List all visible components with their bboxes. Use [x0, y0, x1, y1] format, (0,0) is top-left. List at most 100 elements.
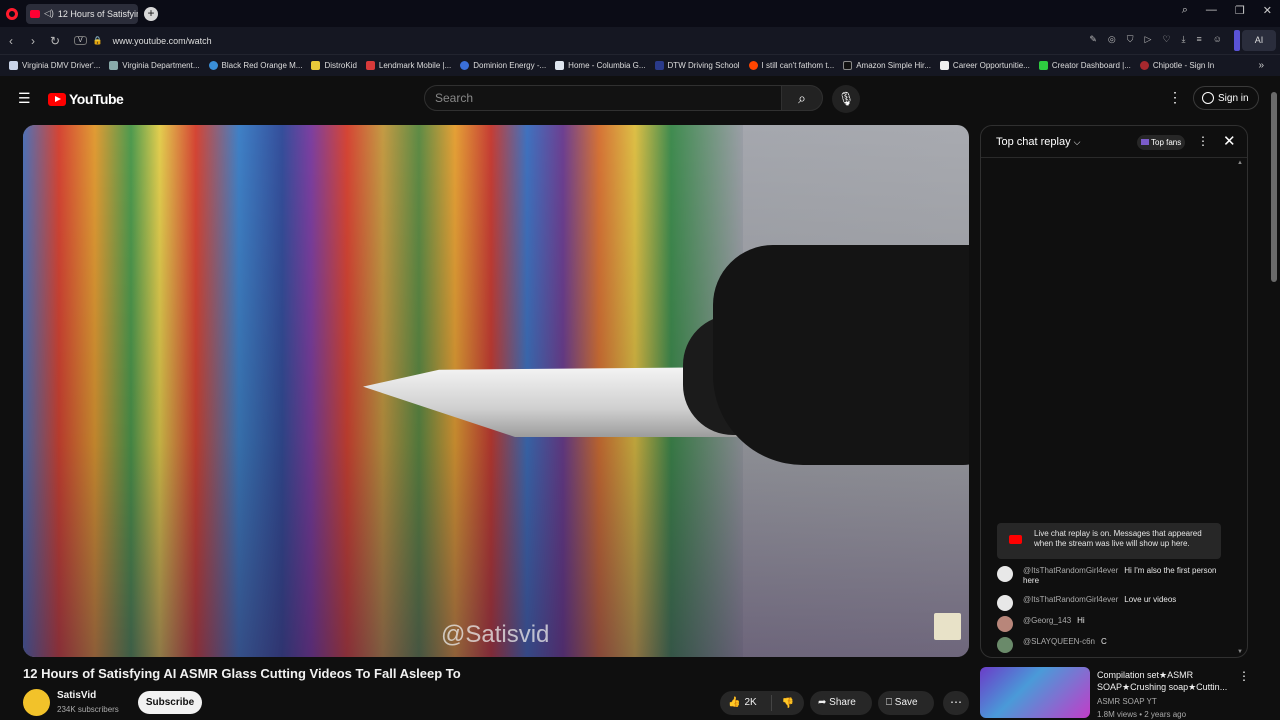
bookmark-item[interactable]: Virginia Department...: [109, 61, 200, 70]
sidebar-strip: [1234, 30, 1240, 51]
bookmarks-overflow-icon[interactable]: »: [1258, 60, 1264, 71]
youtube-icon: [1009, 535, 1022, 544]
edit-icon[interactable]: ✎: [1089, 34, 1097, 45]
live-chat-panel: Top chat replay ⌵ Top fans ⋮ ✕ ▲ ▼ Live c…: [980, 125, 1248, 658]
play-icon[interactable]: ▷: [1145, 34, 1152, 45]
minimize-button[interactable]: —: [1206, 4, 1217, 17]
save-button[interactable]: ⎕ Save: [878, 691, 934, 715]
avatar: [997, 595, 1013, 611]
close-window-button[interactable]: ✕: [1263, 4, 1272, 17]
dislike-button[interactable]: 👎: [772, 698, 804, 709]
chat-message[interactable]: @Georg_143 Hi: [997, 616, 1227, 632]
bookmark-favicon-icon: [460, 61, 470, 70]
voice-search-button[interactable]: 🎙: [832, 85, 860, 113]
heart-icon[interactable]: ♡: [1162, 34, 1170, 45]
ai-label: AI: [1254, 35, 1264, 45]
bookmark-favicon-icon: [9, 61, 18, 70]
recommended-video-channel[interactable]: ASMR SOAP YT: [1097, 697, 1157, 706]
restore-button[interactable]: ❐: [1235, 4, 1245, 17]
chat-scrollbar[interactable]: ▲ ▼: [1237, 160, 1243, 655]
chat-mode-dropdown[interactable]: Top chat replay ⌵: [996, 136, 1080, 148]
search-tabs-icon[interactable]: ⌕: [1182, 4, 1188, 17]
video-watermark: @Satisvid: [441, 621, 550, 648]
bookmark-item[interactable]: Home - Columbia G...: [555, 61, 646, 70]
youtube-favicon-icon: [30, 9, 40, 18]
sign-in-label: Sign in: [1218, 92, 1249, 104]
chat-author: @Georg_143: [1023, 616, 1072, 625]
scroll-up-icon[interactable]: ▲: [1237, 160, 1243, 166]
youtube-play-logo-icon: [48, 92, 66, 106]
bookmark-favicon-icon: [1139, 61, 1149, 70]
video-title: 12 Hours of Satisfying AI ASMR Glass Cut…: [23, 666, 461, 681]
search-input[interactable]: Search: [424, 85, 782, 111]
search-button[interactable]: ⌕: [781, 85, 823, 111]
profile-icon[interactable]: ☺: [1213, 34, 1222, 45]
vpn-badge[interactable]: V: [74, 36, 87, 45]
like-button[interactable]: 👍 2K: [720, 695, 772, 711]
channel-watermark-logo[interactable]: [934, 613, 961, 640]
url-field[interactable]: www.youtube.com/watch: [113, 36, 212, 46]
page-scrollbar[interactable]: [1271, 92, 1277, 282]
chat-message[interactable]: @ItsThatRandomGirl4ever Love ur videos: [997, 595, 1227, 611]
hamburger-menu-icon[interactable]: ☰: [18, 91, 32, 105]
chat-message[interactable]: @SLAYQUEEN-c6n C: [997, 637, 1227, 653]
ai-button[interactable]: AI: [1242, 30, 1276, 51]
bookmark-item[interactable]: I still can't fathom t...: [748, 61, 834, 70]
recommended-video-options-icon[interactable]: ⋮: [1238, 669, 1250, 683]
chevron-down-icon: ⌵: [1073, 137, 1081, 147]
bookmark-favicon-icon: [109, 61, 119, 70]
bookmark-favicon-icon: [208, 61, 218, 70]
subscriber-count: 234K subscribers: [57, 705, 119, 714]
bookmark-item[interactable]: Chipotle - Sign In: [1139, 61, 1214, 70]
camera-icon[interactable]: ◎: [1108, 34, 1116, 45]
bookmark-item[interactable]: Amazon Simple Hir...: [843, 61, 931, 70]
new-tab-button[interactable]: +: [144, 6, 158, 21]
forward-button[interactable]: ›: [22, 34, 44, 48]
bookmark-favicon-icon: [311, 61, 321, 70]
bookmark-favicon-icon: [555, 61, 565, 70]
chat-message[interactable]: @ItsThatRandomGirl4ever Hi I'm also the f…: [997, 566, 1227, 586]
scroll-down-icon[interactable]: ▼: [1237, 649, 1243, 655]
channel-avatar[interactable]: [23, 689, 50, 716]
chat-text: C: [1101, 637, 1107, 646]
opera-logo-icon[interactable]: [6, 7, 18, 20]
bookmark-item[interactable]: Career Opportunitie...: [939, 61, 1030, 70]
address-bar-tools: ✎ ◎ ⛉ ▷ ♡ ⤓ ≡ ☺: [1089, 34, 1222, 45]
recommended-video-thumbnail[interactable]: [980, 667, 1090, 718]
bookmark-item[interactable]: Dominion Energy -...: [460, 61, 546, 70]
shield-icon[interactable]: ⛉: [1127, 34, 1134, 45]
bookmark-icon: ⎕: [886, 697, 895, 708]
chat-header: Top chat replay ⌵ Top fans ⋮ ✕: [981, 126, 1247, 158]
bookmark-item[interactable]: DTW Driving School: [654, 61, 740, 70]
bookmark-item[interactable]: Creator Dashboard |...: [1038, 61, 1131, 70]
youtube-logo[interactable]: YouTube: [48, 91, 124, 107]
top-fans-button[interactable]: Top fans: [1137, 135, 1186, 150]
chat-options-icon[interactable]: ⋮: [1197, 134, 1209, 148]
more-actions-button[interactable]: ⋯: [943, 691, 969, 715]
bookmark-favicon-icon: [654, 61, 664, 70]
chat-text: Hi: [1077, 616, 1085, 625]
bookmark-item[interactable]: Black Red Orange M...: [208, 61, 302, 70]
sign-in-button[interactable]: Sign in: [1193, 86, 1259, 110]
thumbs-up-icon: 👍: [728, 697, 741, 708]
channel-name[interactable]: SatisVid: [57, 690, 96, 701]
share-button[interactable]: ➦ Share: [810, 691, 872, 715]
download-icon[interactable]: ⤓: [1182, 34, 1186, 45]
close-chat-icon[interactable]: ✕: [1223, 132, 1236, 150]
lock-icon[interactable]: 🔒: [93, 36, 103, 45]
subscribe-button[interactable]: Subscribe: [138, 691, 202, 714]
microphone-icon: 🎙: [837, 91, 855, 106]
menu-icon[interactable]: ≡: [1197, 34, 1202, 45]
browser-tab[interactable]: ◁) 12 Hours of Satisfying: [26, 3, 138, 24]
bookmark-item[interactable]: Virginia DMV Driver'...: [9, 61, 100, 70]
video-player[interactable]: @Satisvid: [23, 125, 969, 657]
video-frame-black-glove: [713, 245, 969, 465]
bookmark-item[interactable]: DistroKid: [311, 61, 357, 70]
settings-menu-icon[interactable]: ⋮: [1168, 89, 1182, 106]
reload-button[interactable]: ↻: [44, 34, 66, 48]
speaker-icon[interactable]: ◁): [44, 8, 54, 19]
bookmark-item[interactable]: Lendmark Mobile |...: [365, 61, 451, 70]
back-button[interactable]: ‹: [0, 34, 22, 48]
user-icon: [1202, 92, 1214, 104]
recommended-video-title[interactable]: Compilation set★ASMR SOAP★Crushing soap★…: [1097, 669, 1237, 693]
